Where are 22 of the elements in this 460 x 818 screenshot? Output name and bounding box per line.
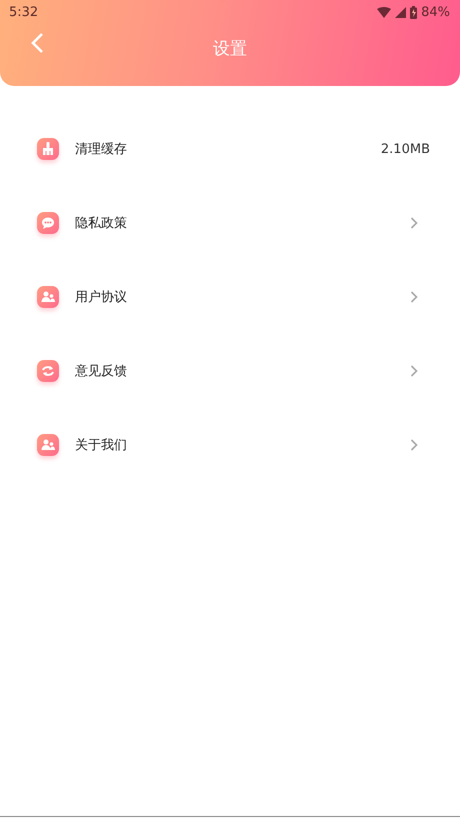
cache-size: 2.10MB	[380, 142, 430, 156]
battery-level: 84%	[421, 4, 450, 20]
settings-item[interactable]: 关于我们	[0, 408, 460, 482]
battery-icon	[410, 6, 418, 18]
settings-item[interactable]: 用户协议	[0, 260, 460, 334]
back-button[interactable]	[30, 32, 46, 54]
people-icon	[37, 286, 59, 308]
settings-item[interactable]: 清理缓存 2.10MB	[0, 112, 460, 186]
broom-icon	[37, 138, 59, 160]
status-time: 5:32	[9, 4, 38, 20]
signal-icon	[395, 6, 406, 18]
people-icon	[37, 434, 59, 456]
refresh-icon	[37, 360, 59, 382]
chevron-right-icon	[410, 217, 418, 229]
wifi-icon	[377, 6, 392, 18]
chevron-right-icon	[410, 365, 418, 377]
settings-item[interactable]: 隐私政策	[0, 186, 460, 260]
chevron-right-icon	[410, 439, 418, 451]
chevron-right-icon	[410, 291, 418, 303]
settings-item[interactable]: 意见反馈	[0, 334, 460, 408]
chat-bubble-icon	[37, 212, 59, 234]
page-title: 设置	[213, 38, 247, 60]
